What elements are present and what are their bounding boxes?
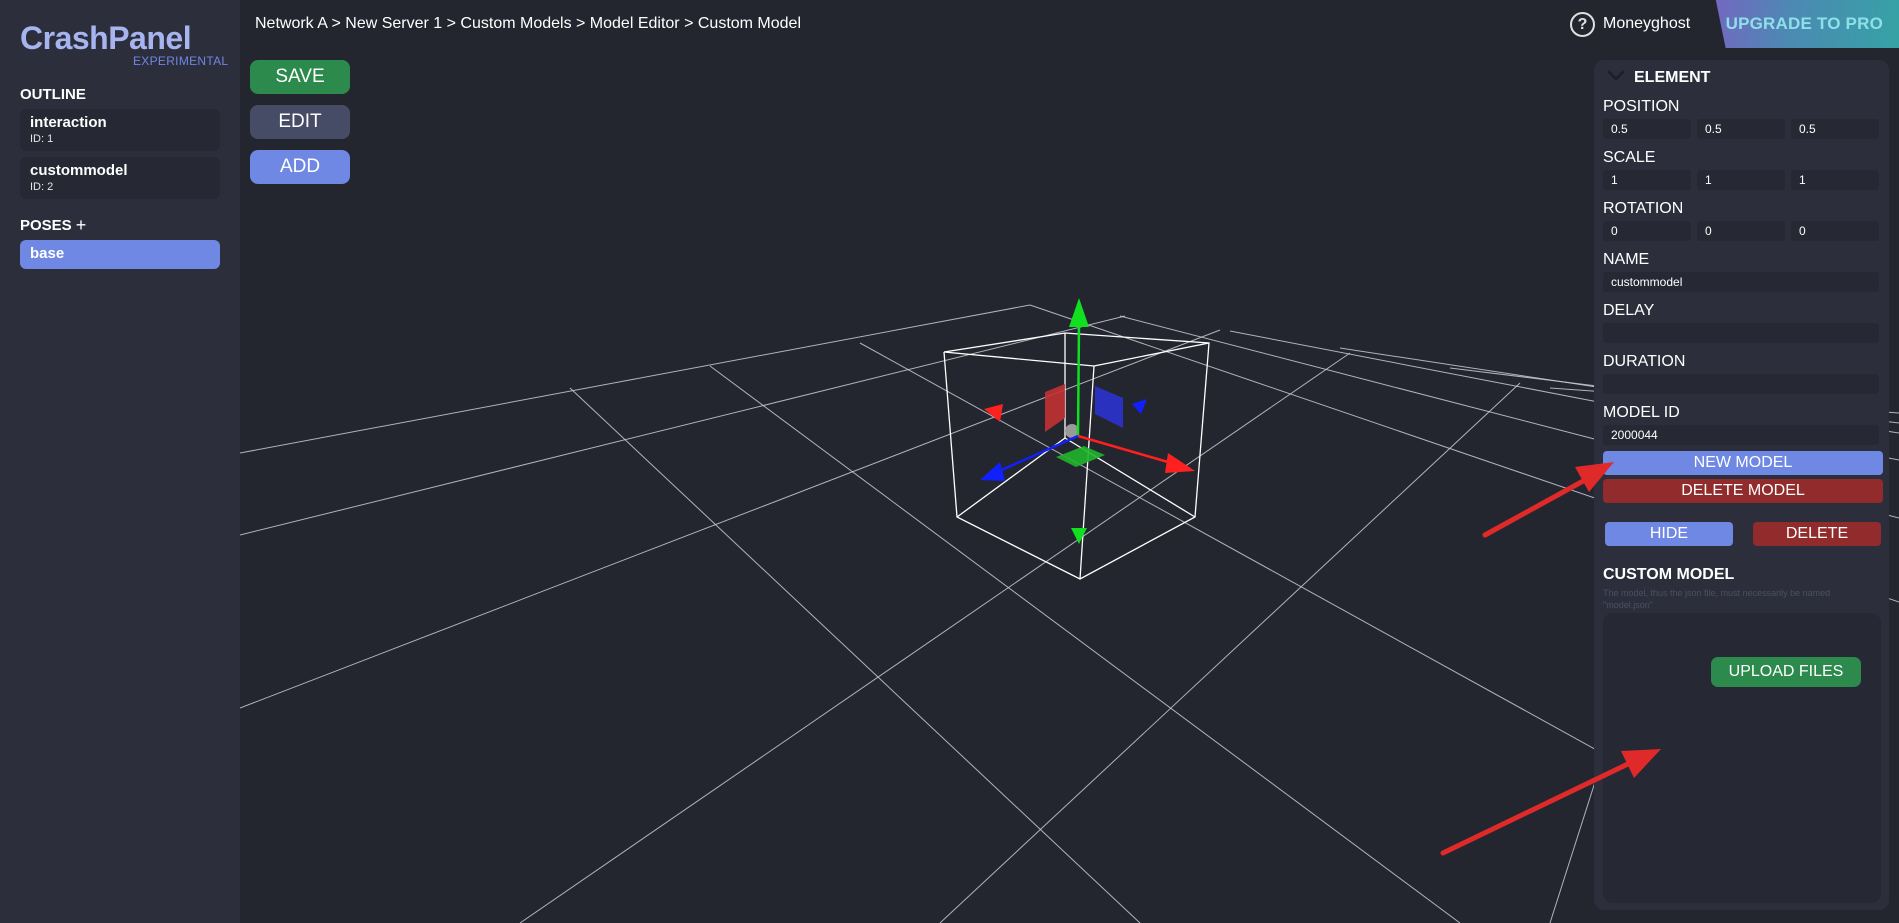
chevron-down-icon[interactable]	[1606, 68, 1626, 82]
panel-title: ELEMENT	[1634, 69, 1711, 86]
rotation-y-input[interactable]: 0	[1697, 221, 1785, 241]
custom-model-hint: The model, thus the json file, must nece…	[1603, 588, 1831, 610]
upgrade-label: UPGRADE TO PRO	[1725, 14, 1883, 33]
poses-title: POSES	[20, 217, 72, 234]
sidebar: CrashPanel EXPERIMENTAL OUTLINE interact…	[0, 0, 240, 923]
rotate-handle-y[interactable]	[1071, 528, 1087, 544]
breadcrumb[interactable]: Network A > New Server 1 > Custom Models…	[255, 15, 801, 33]
app-logo[interactable]: CrashPanel	[20, 20, 192, 57]
delete-model-button[interactable]: DELETE MODEL	[1603, 479, 1883, 503]
add-button[interactable]: ADD	[250, 150, 350, 184]
axis-z-arrow[interactable]	[980, 462, 1005, 481]
model-id-input[interactable]: 2000044	[1603, 425, 1879, 445]
duration-input[interactable]	[1603, 374, 1879, 394]
outline-item-name: custommodel	[30, 162, 128, 179]
app-root: CrashPanel EXPERIMENTAL OUTLINE interact…	[0, 0, 1899, 923]
help-icon[interactable]: ?	[1570, 12, 1595, 37]
upload-files-button[interactable]: UPLOAD FILES	[1711, 657, 1861, 687]
outline-item-id: ID: 2	[30, 181, 54, 193]
axis-y-arrow[interactable]	[1069, 298, 1089, 327]
poses-header: POSES +	[20, 215, 86, 236]
rotation-label: ROTATION	[1603, 200, 1684, 217]
pose-item-base[interactable]: base	[20, 240, 220, 269]
rotation-x-input[interactable]: 0	[1603, 221, 1691, 241]
outline-item-id: ID: 1	[30, 133, 54, 145]
custom-model-title: CUSTOM MODEL	[1603, 566, 1735, 583]
element-panel: ELEMENT POSITION 0.5 0.5 0.5 SCALE 1 1 1…	[1594, 60, 1889, 910]
scale-x-input[interactable]: 1	[1603, 170, 1691, 190]
model-id-label: MODEL ID	[1603, 404, 1680, 421]
position-x-input[interactable]: 0.5	[1603, 119, 1691, 139]
upgrade-button[interactable]: UPGRADE TO PRO	[1715, 0, 1899, 48]
duration-label: DURATION	[1603, 353, 1686, 370]
plane-handle-xy[interactable]	[1095, 386, 1123, 428]
username[interactable]: Moneyghost	[1603, 15, 1690, 33]
plane-handle-yz[interactable]	[1045, 384, 1065, 432]
rotate-handle-z[interactable]	[1132, 399, 1147, 414]
name-input[interactable]: custommodel	[1603, 272, 1879, 292]
file-dropzone[interactable]: UPLOAD FILES	[1603, 613, 1881, 903]
outline-item-name: interaction	[30, 114, 107, 131]
rotation-z-input[interactable]: 0	[1791, 221, 1879, 241]
plane-handle-xz[interactable]	[1056, 446, 1105, 467]
hide-button[interactable]: HIDE	[1605, 522, 1733, 546]
add-pose-icon[interactable]: +	[76, 215, 87, 236]
scale-label: SCALE	[1603, 149, 1656, 166]
save-button[interactable]: SAVE	[250, 60, 350, 94]
delay-input[interactable]	[1603, 323, 1879, 343]
scale-z-input[interactable]: 1	[1791, 170, 1879, 190]
outline-item-interaction[interactable]: interaction ID: 1	[20, 109, 220, 151]
delete-button[interactable]: DELETE	[1753, 522, 1881, 546]
position-z-input[interactable]: 0.5	[1791, 119, 1879, 139]
position-y-input[interactable]: 0.5	[1697, 119, 1785, 139]
axis-y[interactable]	[1076, 322, 1081, 437]
edit-button[interactable]: EDIT	[250, 105, 350, 139]
position-label: POSITION	[1603, 98, 1680, 115]
scale-y-input[interactable]: 1	[1697, 170, 1785, 190]
new-model-button[interactable]: NEW MODEL	[1603, 451, 1883, 475]
experimental-badge: EXPERIMENTAL	[133, 54, 229, 68]
outline-item-custommodel[interactable]: custommodel ID: 2	[20, 157, 220, 199]
delay-label: DELAY	[1603, 302, 1655, 319]
outline-title: OUTLINE	[20, 86, 86, 103]
name-label: NAME	[1603, 251, 1650, 268]
